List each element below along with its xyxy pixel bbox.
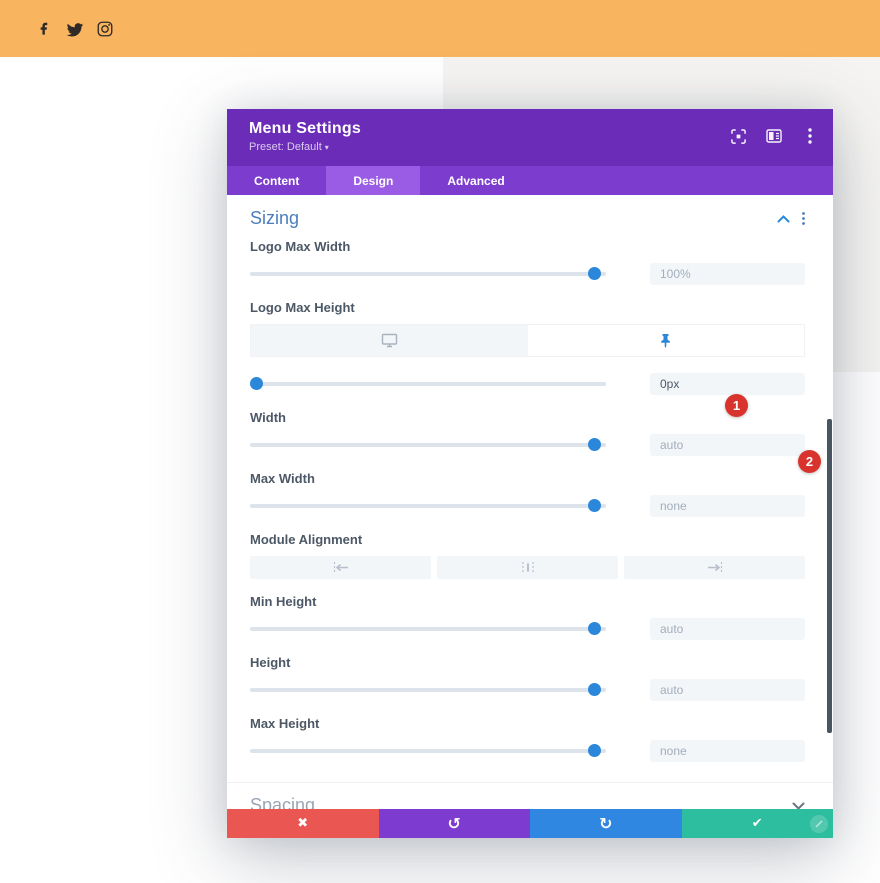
social-icons bbox=[33, 19, 115, 39]
chevron-down-icon bbox=[792, 802, 805, 809]
slider-thumb[interactable] bbox=[587, 622, 601, 635]
modal-scrollbar[interactable] bbox=[827, 419, 832, 733]
field-label: Max Width bbox=[250, 471, 315, 486]
x-icon: ✖ bbox=[297, 816, 309, 831]
modal-header[interactable]: Menu Settings Preset: Default ▾ bbox=[227, 109, 833, 166]
instagram-icon[interactable] bbox=[95, 19, 115, 39]
height-slider[interactable] bbox=[250, 679, 606, 701]
slider-thumb[interactable] bbox=[587, 499, 601, 512]
max-width-input[interactable] bbox=[650, 495, 805, 517]
check-icon: ✔ bbox=[751, 816, 763, 831]
height-input[interactable] bbox=[650, 679, 805, 701]
field-module-alignment: Module Alignment bbox=[250, 532, 805, 579]
field-label: Module Alignment bbox=[250, 532, 363, 547]
logo-max-width-slider[interactable] bbox=[250, 263, 606, 285]
logo-max-width-input[interactable] bbox=[650, 263, 805, 285]
field-label: Height bbox=[250, 655, 291, 670]
sizing-section-header[interactable]: Sizing bbox=[250, 195, 805, 239]
field-logo-max-width: Logo Max Width bbox=[250, 239, 805, 285]
device-tab-pinned[interactable] bbox=[527, 325, 804, 356]
field-width: Width bbox=[250, 410, 805, 456]
redo-button[interactable]: ↻ bbox=[530, 809, 682, 838]
width-slider[interactable] bbox=[250, 434, 606, 456]
field-label: Max Height bbox=[250, 716, 320, 731]
width-input[interactable] bbox=[650, 434, 805, 456]
device-tab-desktop[interactable] bbox=[251, 325, 528, 356]
discard-button[interactable]: ✖ bbox=[227, 809, 379, 838]
align-right-button[interactable] bbox=[624, 556, 805, 579]
align-center-button[interactable] bbox=[437, 556, 618, 579]
slider-thumb[interactable] bbox=[587, 683, 601, 696]
focus-icon[interactable] bbox=[729, 127, 747, 145]
facebook-icon[interactable] bbox=[33, 19, 53, 39]
slider-thumb[interactable] bbox=[587, 267, 601, 280]
field-label: Width bbox=[250, 410, 286, 425]
tab-content[interactable]: Content bbox=[227, 166, 326, 195]
twitter-icon[interactable] bbox=[64, 19, 84, 39]
chevron-up-icon[interactable] bbox=[777, 214, 790, 223]
caret-down-icon: ▾ bbox=[324, 143, 329, 152]
field-label: Logo Max Height bbox=[250, 300, 355, 315]
settings-body: Sizing Logo Max Width Logo Max H bbox=[227, 195, 833, 809]
undo-icon: ↺ bbox=[447, 814, 461, 833]
undo-button[interactable]: ↺ bbox=[378, 809, 530, 838]
field-label: Min Height bbox=[250, 594, 317, 609]
sidebar-layout-icon[interactable] bbox=[765, 127, 783, 145]
section-kebab-icon[interactable] bbox=[802, 212, 805, 225]
field-logo-max-height: Logo Max Height bbox=[250, 300, 805, 395]
resize-handle[interactable] bbox=[810, 815, 828, 833]
spacing-section-header[interactable]: Spacing bbox=[250, 783, 805, 809]
field-min-height: Min Height bbox=[250, 594, 805, 640]
max-height-input[interactable] bbox=[650, 740, 805, 762]
modal-footer: ✖ ↺ ↻ ✔ bbox=[227, 809, 833, 838]
settings-tabbar: Content Design Advanced bbox=[227, 166, 833, 195]
min-height-input[interactable] bbox=[650, 618, 805, 640]
align-left-button[interactable] bbox=[250, 556, 431, 579]
slider-thumb[interactable] bbox=[587, 744, 601, 757]
sizing-section-title: Sizing bbox=[250, 208, 300, 228]
field-max-height: Max Height bbox=[250, 716, 805, 762]
logo-max-height-input[interactable] bbox=[650, 373, 805, 395]
field-label: Logo Max Width bbox=[250, 239, 351, 254]
spacing-section-title: Spacing bbox=[250, 795, 316, 809]
redo-icon: ↻ bbox=[599, 814, 613, 833]
field-height: Height bbox=[250, 655, 805, 701]
tab-design[interactable]: Design bbox=[326, 166, 421, 195]
annotation-badge-1: 1 bbox=[725, 394, 748, 417]
min-height-slider[interactable] bbox=[250, 618, 606, 640]
logo-max-height-slider[interactable] bbox=[250, 373, 606, 395]
slider-thumb[interactable] bbox=[250, 377, 263, 390]
field-max-width: Max Width bbox=[250, 471, 805, 517]
max-width-slider[interactable] bbox=[250, 495, 606, 517]
menu-settings-modal: Menu Settings Preset: Default ▾ Content … bbox=[227, 109, 833, 838]
responsive-device-tabs bbox=[250, 324, 805, 357]
slider-thumb[interactable] bbox=[587, 438, 601, 451]
site-header-bar bbox=[0, 0, 880, 57]
tab-advanced[interactable]: Advanced bbox=[420, 166, 531, 195]
max-height-slider[interactable] bbox=[250, 740, 606, 762]
annotation-badge-2: 2 bbox=[798, 450, 821, 473]
kebab-menu-icon[interactable] bbox=[801, 127, 819, 145]
